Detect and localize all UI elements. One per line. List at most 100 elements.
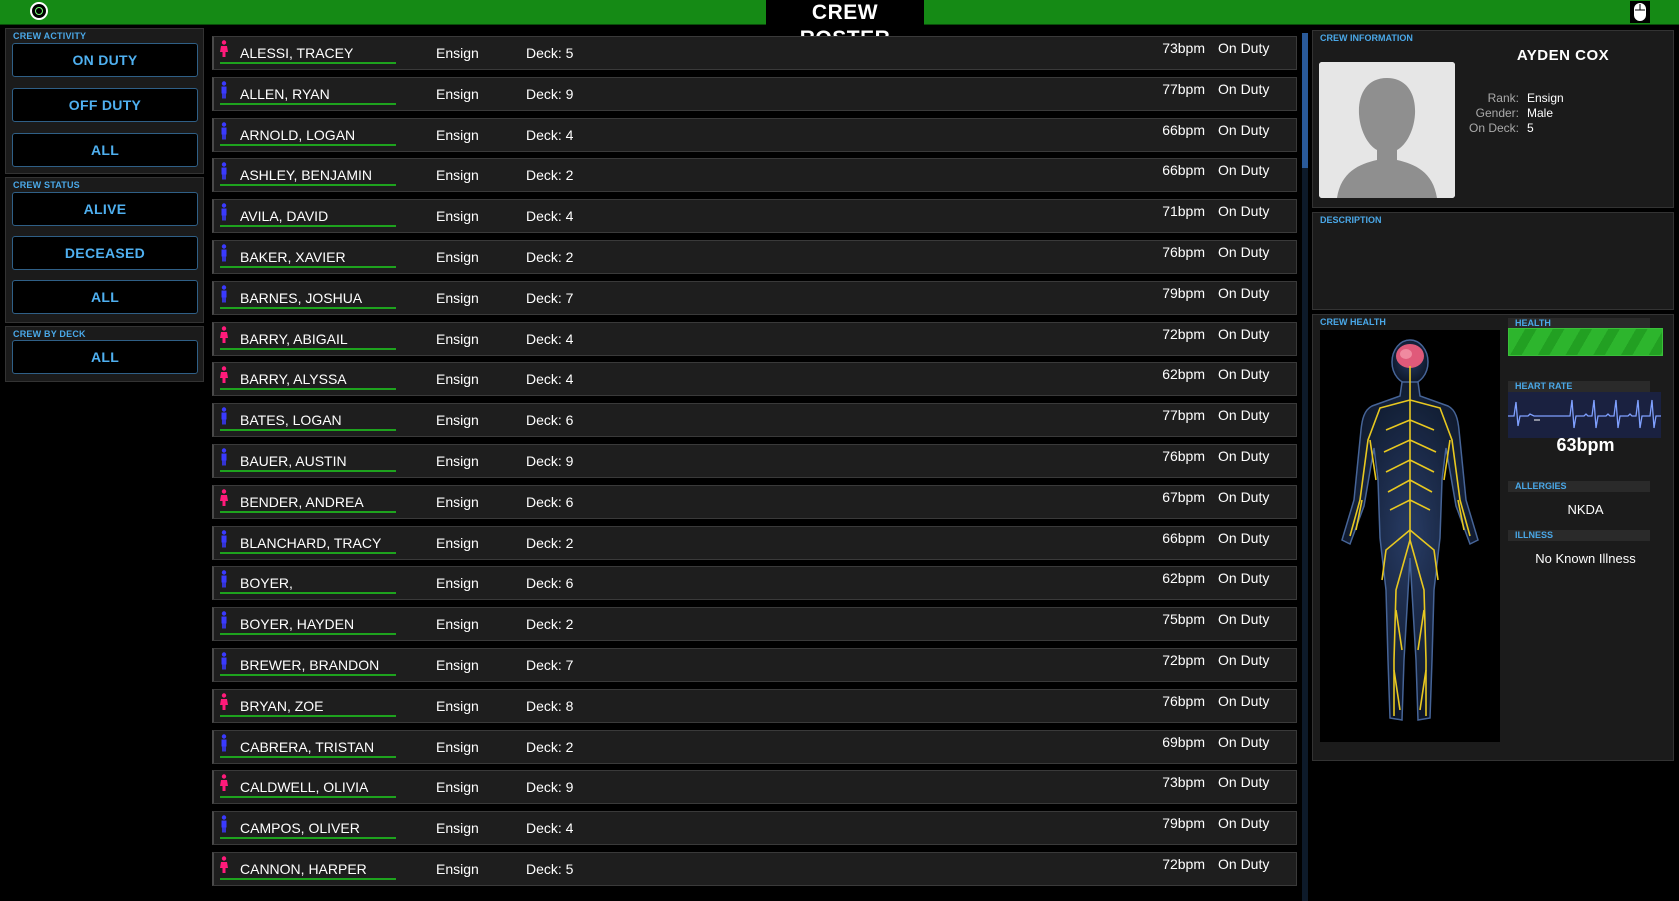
male-figure-icon	[220, 734, 228, 752]
crew-status-line	[220, 511, 396, 513]
roster-scrollbar[interactable]	[1302, 33, 1308, 901]
male-figure-icon	[220, 611, 228, 629]
crew-status-line	[220, 715, 396, 717]
crew-rank-cell: Ensign	[436, 249, 479, 265]
crew-row[interactable]: BATES, LOGAN Ensign Deck: 6 77bpm On Duty	[212, 403, 1297, 437]
crew-deck-cell: Deck: 6	[526, 575, 574, 591]
crew-name-cell: BARRY, ABIGAIL	[240, 331, 348, 347]
crew-name-cell: BARNES, JOSHUA	[240, 290, 363, 306]
crew-deck-cell: Deck: 7	[526, 657, 574, 673]
female-figure-icon	[220, 693, 228, 711]
crew-name-cell: BARRY, ALYSSA	[240, 371, 347, 387]
female-figure-icon	[220, 326, 228, 344]
crew-rank-cell: Ensign	[436, 127, 479, 143]
crew-row[interactable]: BOYER, HAYDEN Ensign Deck: 2 75bpm On Duty	[212, 607, 1297, 641]
crew-name-cell: CALDWELL, OLIVIA	[240, 779, 369, 795]
crew-row[interactable]: BENDER, ANDREA Ensign Deck: 6 67bpm On Duty	[212, 485, 1297, 519]
crew-name-cell: ARNOLD, LOGAN	[240, 127, 356, 143]
crew-bpm-cell: 79bpm	[1162, 285, 1205, 301]
male-figure-icon	[220, 448, 228, 466]
crew-row[interactable]: BARRY, ABIGAIL Ensign Deck: 4 72bpm On Duty	[212, 322, 1297, 356]
deceased-button[interactable]: DECEASED	[12, 236, 198, 270]
crew-name-cell: BATES, LOGAN	[240, 412, 342, 428]
crew-row[interactable]: CABRERA, TRISTAN Ensign Deck: 2 69bpm On Dut…	[212, 730, 1297, 764]
crew-status-cell: On Duty	[1218, 366, 1270, 382]
crew-row[interactable]: ASHLEY, BENJAMIN Ensign Deck: 2 66bpm On Dut…	[212, 158, 1297, 192]
crew-activity-title: CREW ACTIVITY	[13, 31, 87, 41]
nervous-system-figure	[1320, 330, 1500, 742]
crew-deck-cell: Deck: 4	[526, 820, 574, 836]
crew-row[interactable]: BRYAN, ZOE Ensign Deck: 8 76bpm On Duty	[212, 689, 1297, 723]
crew-deck-cell: Deck: 9	[526, 779, 574, 795]
crew-bpm-cell: 66bpm	[1162, 122, 1205, 138]
crew-status-cell: On Duty	[1218, 407, 1270, 423]
rank-value: Ensign	[1527, 91, 1564, 105]
crew-status-cell: On Duty	[1218, 693, 1270, 709]
crew-row[interactable]: BARNES, JOSHUA Ensign Deck: 7 79bpm On Duty	[212, 281, 1297, 315]
crew-status-panel: CREW STATUS ALIVE DECEASED ALL	[5, 177, 204, 323]
crew-status-line	[220, 388, 396, 390]
crew-row[interactable]: CALDWELL, OLIVIA Ensign Deck: 9 73bpm On Dut…	[212, 770, 1297, 804]
crew-bpm-cell: 66bpm	[1162, 530, 1205, 546]
deck-all-button[interactable]: ALL	[12, 340, 198, 374]
crew-bpm-cell: 79bpm	[1162, 815, 1205, 831]
crew-row[interactable]: BAKER, XAVIER Ensign Deck: 2 76bpm On Duty	[212, 240, 1297, 274]
off-duty-button[interactable]: OFF DUTY	[12, 88, 198, 122]
allergies-value: NKDA	[1567, 502, 1604, 517]
male-figure-icon	[220, 285, 228, 303]
crew-row[interactable]: ALESSI, TRACEY Ensign Deck: 5 73bpm On Duty	[212, 36, 1297, 70]
crew-row[interactable]: AVILA, DAVID Ensign Deck: 4 71bpm On Duty	[212, 199, 1297, 233]
mouse-icon[interactable]	[1630, 1, 1650, 23]
status-all-button[interactable]: ALL	[12, 280, 198, 314]
crew-bpm-cell: 73bpm	[1162, 40, 1205, 56]
scroll-thumb[interactable]	[1302, 33, 1308, 168]
alive-button[interactable]: ALIVE	[12, 192, 198, 226]
crew-name-cell: BRYAN, ZOE	[240, 698, 324, 714]
crew-row[interactable]: ARNOLD, LOGAN Ensign Deck: 4 66bpm On Duty	[212, 118, 1297, 152]
crew-bpm-cell: 73bpm	[1162, 774, 1205, 790]
crew-row[interactable]: CANNON, HARPER Ensign Deck: 5 72bpm On Duty	[212, 852, 1297, 886]
crew-status-line	[220, 144, 396, 146]
crew-deck-cell: Deck: 2	[526, 739, 574, 755]
heart-rate-value: 63bpm	[1556, 435, 1615, 455]
crew-status-line	[220, 348, 396, 350]
crew-status-line	[220, 62, 396, 64]
crew-photo-placeholder	[1319, 62, 1455, 198]
crew-status-line	[220, 633, 396, 635]
crew-rank-cell: Ensign	[436, 494, 479, 510]
illness-label: ILLNESS	[1508, 530, 1650, 541]
crew-status-cell: On Duty	[1218, 203, 1270, 219]
crew-deck-cell: Deck: 9	[526, 453, 574, 469]
crew-status-cell: On Duty	[1218, 734, 1270, 750]
crew-status-cell: On Duty	[1218, 162, 1270, 178]
crew-deck-cell: Deck: 2	[526, 616, 574, 632]
crew-row[interactable]: BLANCHARD, TRACY Ensign Deck: 2 66bpm On Dut…	[212, 526, 1297, 560]
crew-name-cell: BENDER, ANDREA	[240, 494, 364, 510]
crew-rank-cell: Ensign	[436, 698, 479, 714]
crew-deck-cell: Deck: 4	[526, 208, 574, 224]
activity-all-button[interactable]: ALL	[12, 133, 198, 167]
crew-name-cell: ALESSI, TRACEY	[240, 45, 354, 61]
deck-label: On Deck:	[1468, 121, 1519, 135]
crew-deck-cell: Deck: 6	[526, 412, 574, 428]
crew-row[interactable]: BAUER, AUSTIN Ensign Deck: 9 76bpm On Duty	[212, 444, 1297, 478]
crew-rank-cell: Ensign	[436, 412, 479, 428]
crew-rank-cell: Ensign	[436, 167, 479, 183]
crew-rank-cell: Ensign	[436, 208, 479, 224]
on-duty-button[interactable]: ON DUTY	[12, 43, 198, 77]
crew-row[interactable]: BOYER, Ensign Deck: 6 62bpm On Duty	[212, 566, 1297, 600]
target-circle-icon[interactable]	[30, 2, 48, 20]
crew-bpm-cell: 69bpm	[1162, 734, 1205, 750]
crew-status-cell: On Duty	[1218, 489, 1270, 505]
crew-status-line	[220, 796, 396, 798]
crew-bpm-cell: 77bpm	[1162, 81, 1205, 97]
crew-row[interactable]: CAMPOS, OLIVER Ensign Deck: 4 79bpm On Duty	[212, 811, 1297, 845]
crew-bpm-cell: 67bpm	[1162, 489, 1205, 505]
crew-deck-cell: Deck: 2	[526, 167, 574, 183]
crew-row[interactable]: BREWER, BRANDON Ensign Deck: 7 72bpm On Duty	[212, 648, 1297, 682]
crew-row[interactable]: ALLEN, RYAN Ensign Deck: 9 77bpm On Duty	[212, 77, 1297, 111]
heart-rate-graph	[1508, 392, 1661, 438]
description-title: DESCRIPTION	[1320, 215, 1382, 225]
gender-label: Gender:	[1475, 106, 1519, 120]
crew-row[interactable]: BARRY, ALYSSA Ensign Deck: 4 62bpm On Duty	[212, 362, 1297, 396]
